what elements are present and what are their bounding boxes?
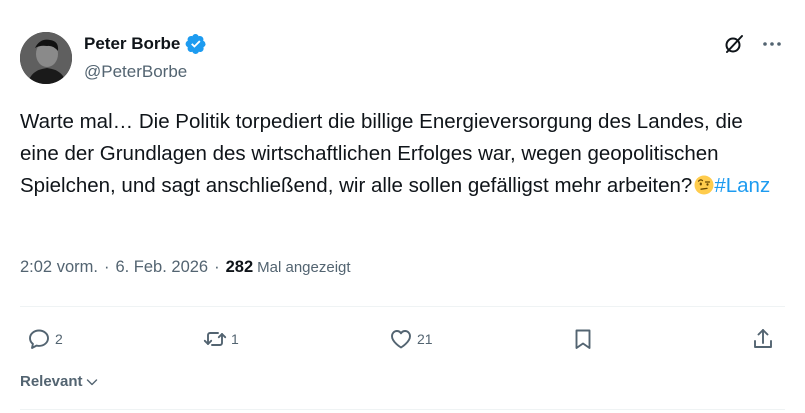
like-button[interactable]: 21 xyxy=(389,327,433,351)
grok-icon[interactable] xyxy=(722,32,746,56)
meta-separator: · xyxy=(214,258,220,276)
reply-button[interactable]: 2 xyxy=(27,327,63,351)
sort-replies-dropdown[interactable]: Relevant xyxy=(20,373,99,390)
divider xyxy=(20,306,785,307)
tweet-card: Peter Borbe @PeterBorbe Warte mal… Die P… xyxy=(0,0,805,413)
tweet-date[interactable]: 6. Feb. 2026 xyxy=(115,258,208,277)
tweet-time[interactable]: 2:02 vorm. xyxy=(20,258,98,277)
bookmark-icon xyxy=(575,329,591,349)
reply-count: 2 xyxy=(55,331,63,347)
more-icon[interactable] xyxy=(760,32,784,56)
tweet-text: Warte mal… Die Politik torpediert die bi… xyxy=(20,106,780,202)
face-with-raised-eyebrow-icon xyxy=(694,173,714,195)
retweet-icon xyxy=(203,332,227,346)
author-name-row: Peter Borbe xyxy=(84,33,207,55)
share-button[interactable] xyxy=(751,327,775,351)
divider xyxy=(20,409,785,410)
retweet-button[interactable]: 1 xyxy=(203,327,239,351)
share-icon xyxy=(754,329,772,348)
views-count: 282 xyxy=(225,258,254,276)
views-label: Mal angezeigt xyxy=(257,259,351,276)
avatar[interactable] xyxy=(20,32,72,84)
tweet-meta: 2:02 vorm. · 6. Feb. 2026 · 282 Mal ange… xyxy=(20,258,351,277)
chevron-down-icon xyxy=(86,378,97,385)
author-handle[interactable]: @PeterBorbe xyxy=(84,62,187,82)
reply-icon xyxy=(29,329,49,349)
tweet-body: Warte mal… Die Politik torpediert die bi… xyxy=(20,110,743,197)
hashtag-link[interactable]: #Lanz xyxy=(714,174,770,197)
author-display-name[interactable]: Peter Borbe xyxy=(84,34,180,54)
verified-badge-icon[interactable] xyxy=(185,33,207,55)
bookmark-button[interactable] xyxy=(571,327,595,351)
like-count: 21 xyxy=(417,331,433,347)
meta-separator: · xyxy=(103,258,110,276)
like-icon xyxy=(391,330,411,349)
sort-label: Relevant xyxy=(20,373,83,390)
retweet-count: 1 xyxy=(231,331,239,347)
